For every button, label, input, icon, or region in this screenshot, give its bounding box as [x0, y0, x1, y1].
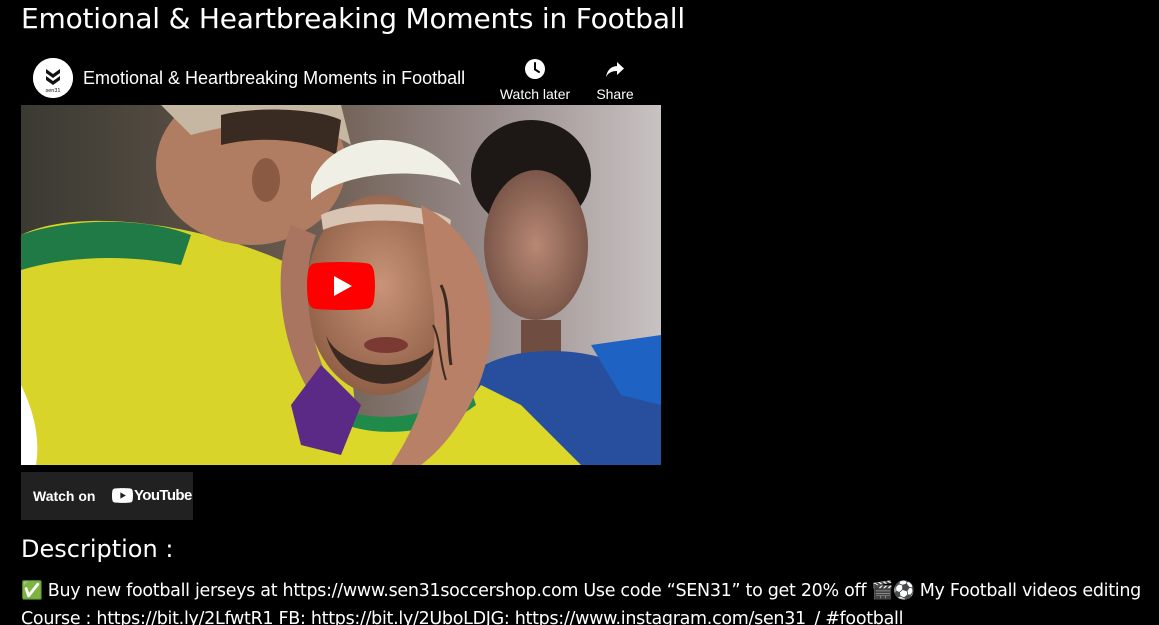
share-label: Share [596, 86, 634, 102]
channel-avatar[interactable]: sen31 [33, 58, 73, 98]
page: Emotional & Heartbreaking Moments in Foo… [0, 0, 1159, 625]
clock-icon [525, 59, 545, 79]
channel-avatar-text: sen31 [46, 88, 61, 94]
player-header: sen31 Emotional & Heartbreaking Moments … [21, 55, 661, 105]
page-title: Emotional & Heartbreaking Moments in Foo… [21, 2, 685, 35]
sen31-logo-icon: sen31 [33, 58, 73, 98]
video-thumbnail[interactable] [21, 105, 661, 465]
youtube-logo-icon [112, 488, 133, 503]
play-button-icon [307, 262, 375, 310]
video-player[interactable]: sen31 Emotional & Heartbreaking Moments … [21, 55, 661, 465]
youtube-logo-text: YouTube [134, 487, 192, 504]
watch-later-label: Watch later [499, 86, 571, 102]
description-text: ✅ Buy new football jerseys at https://ww… [21, 581, 1141, 625]
video-title[interactable]: Emotional & Heartbreaking Moments in Foo… [83, 67, 465, 89]
share-button[interactable]: Share [575, 57, 655, 105]
watch-on-youtube-button[interactable]: Watch on YouTube [21, 472, 193, 520]
description-heading: Description : [21, 535, 174, 563]
watch-later-button[interactable]: Watch later [495, 57, 575, 105]
share-arrow-icon [606, 62, 624, 77]
play-button[interactable] [307, 262, 375, 310]
watch-on-label: Watch on [33, 488, 96, 504]
